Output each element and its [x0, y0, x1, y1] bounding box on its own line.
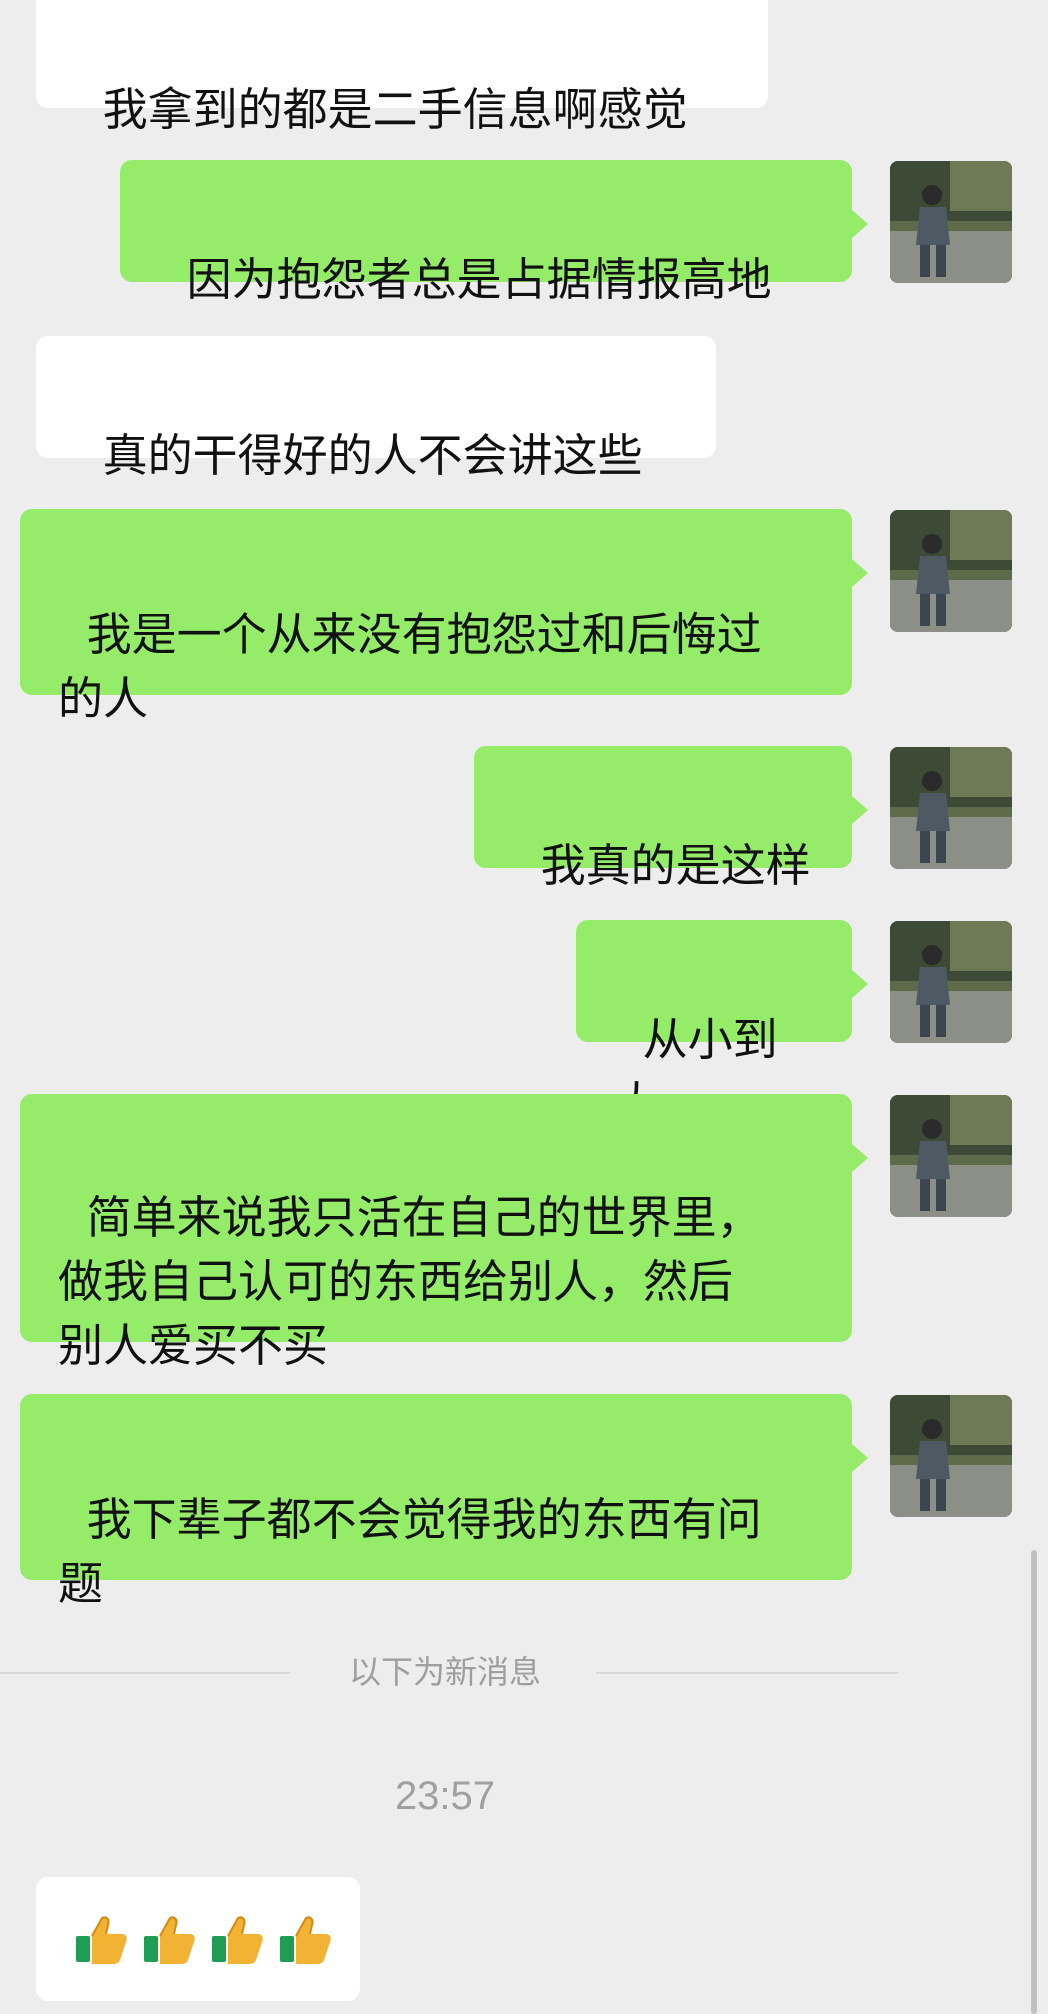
message-bubble-outgoing[interactable]: 从小到大 [576, 920, 868, 1130]
avatar-photo-icon [890, 921, 1012, 1043]
message-text: 简单来说我只活在自己的世界里， 做我自己认可的东西给别人，然后 别人爱买不买 [58, 1191, 762, 1372]
avatar[interactable] [890, 161, 1012, 283]
message-text: 我真的是这样 [540, 839, 811, 892]
avatar[interactable] [890, 921, 1012, 1043]
scrollbar[interactable] [1031, 1550, 1037, 2014]
message-text: 我是一个从来没有抱怨过和后悔过 的人 [58, 608, 762, 725]
avatar[interactable] [890, 1395, 1012, 1517]
emoji-row [74, 1912, 332, 1966]
message-text: 我拿到的都是二手信息啊感觉 [102, 83, 688, 136]
avatar[interactable] [890, 747, 1012, 869]
avatar[interactable] [890, 510, 1012, 632]
message-text: 我下辈子都不会觉得我的东西有问 题 [58, 1493, 762, 1610]
thumbs-up-icon [76, 1916, 127, 1964]
divider-line-right [596, 1672, 898, 1674]
message-bubble-outgoing[interactable]: 我真的是这样 [474, 746, 868, 892]
message-bubble-outgoing[interactable]: 因为抱怨者总是占据情报高地 [120, 160, 868, 306]
avatar-photo-icon [890, 161, 1012, 283]
divider-line-left [0, 1672, 290, 1674]
message-text: 真的干得好的人不会讲这些 [102, 429, 643, 482]
avatar-photo-icon [890, 747, 1012, 869]
message-bubble-outgoing[interactable]: 我是一个从来没有抱怨过和后悔过 的人 [20, 509, 868, 725]
thumbs-up-icon [280, 1916, 331, 1964]
message-bubble-incoming[interactable]: 真的干得好的人不会讲这些 [36, 336, 716, 482]
message-bubble-incoming[interactable] [36, 1877, 360, 2001]
message-text: 因为抱怨者总是占据情报高地 [186, 253, 772, 306]
thumbs-up-icon [212, 1916, 263, 1964]
message-bubble-incoming[interactable]: 我拿到的都是二手信息啊感觉 [36, 0, 768, 136]
new-messages-divider: 以下为新消息 [348, 1653, 541, 1691]
avatar[interactable] [890, 1095, 1012, 1217]
message-bubble-outgoing[interactable]: 简单来说我只活在自己的世界里， 做我自己认可的东西给别人，然后 别人爱买不买 [20, 1094, 868, 1372]
thumbs-up-icon [144, 1916, 195, 1964]
avatar-photo-icon [890, 510, 1012, 632]
message-bubble-outgoing[interactable]: 我下辈子都不会觉得我的东西有问 题 [20, 1394, 868, 1610]
avatar-photo-icon [890, 1095, 1012, 1217]
message-timestamp: 23:57 [394, 1774, 496, 1818]
avatar-photo-icon [890, 1395, 1012, 1517]
